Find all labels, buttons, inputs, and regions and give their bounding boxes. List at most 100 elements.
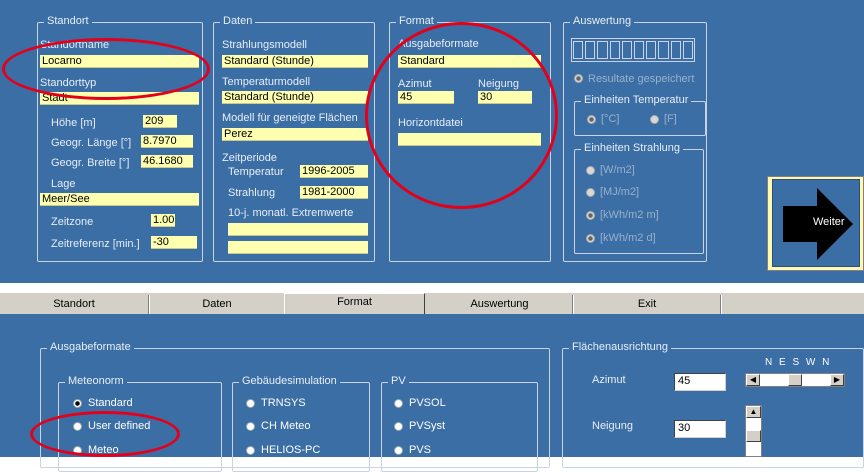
strahlung-unit-mjm2-label: [MJ/m2]	[600, 186, 640, 198]
flaechen-group-title: Flächenausrichtung	[569, 341, 672, 353]
scroll-left-button[interactable]: ◀	[746, 374, 760, 386]
strahlung-unit-wm2-radio[interactable]	[586, 166, 595, 175]
ausgabeformate-field[interactable]: Standard	[398, 55, 541, 68]
gebaeude-helios-label: HELIOS-PC	[261, 444, 321, 456]
strahlung-unit-wm2-label: [W/m2]	[600, 164, 635, 176]
modell-label: Modell für geneigte Flächen	[222, 112, 358, 124]
breite-field[interactable]: 46.1680	[141, 155, 193, 168]
bottom-panel: Ausgabeformate Meteonorm Standard User d…	[0, 314, 864, 472]
lage-field[interactable]: Meer/See	[40, 193, 199, 206]
laenge-field[interactable]: 8.7970	[141, 135, 193, 148]
strahlung-unit-kwhm2d-label: [kWh/m2 d]	[600, 232, 656, 244]
temperatur-label: Temperatur	[228, 166, 284, 178]
pv-pvsyst-label: PVSyst	[409, 420, 446, 432]
meteonorm-standard-label: Standard	[88, 397, 133, 409]
resultate-radio[interactable]	[574, 74, 583, 83]
progress-segment	[634, 41, 645, 59]
tab-auswertung[interactable]: Auswertung	[427, 296, 572, 314]
progress-segment	[682, 41, 694, 59]
progress-segment	[597, 41, 608, 59]
horizontdatei-field[interactable]	[398, 133, 541, 146]
standortname-label: Standortname	[40, 39, 110, 51]
azimut-scrollbar[interactable]: ◀ ▶	[745, 373, 845, 387]
zeitreferenz-field[interactable]: -30	[151, 236, 197, 249]
standorttyp-field[interactable]: Stadt	[40, 92, 199, 105]
strahlung-unit-kwhm2m-radio[interactable]	[586, 211, 595, 220]
pv-pvsol-radio[interactable]	[394, 399, 403, 408]
compass-labels: N E S W N	[765, 357, 832, 368]
temp-unit-f-radio[interactable]	[650, 115, 659, 124]
progress-bar	[571, 38, 695, 62]
pv-group-title: PV	[388, 375, 409, 387]
strahlungsmodell-label: Strahlungsmodell	[222, 39, 307, 51]
progress-segment	[670, 41, 681, 59]
hoehe-field[interactable]: 209	[143, 115, 177, 128]
ausgabeformate-label: Ausgabeformate	[398, 38, 479, 50]
neigung-field[interactable]: 30	[478, 91, 532, 104]
ausgabeformate-group-title: Ausgabeformate	[47, 341, 134, 353]
format-group-title: Format	[396, 15, 437, 27]
progress-segment	[658, 41, 669, 59]
meteonorm-meteo-radio[interactable]	[73, 446, 82, 455]
pv-pvs-radio[interactable]	[394, 446, 403, 455]
strahlung-label: Strahlung	[228, 187, 276, 199]
meteonorm-meteo-label: Meteo	[88, 444, 119, 456]
progress-segment	[585, 41, 596, 59]
extremwerte-label: 10-j. monatl. Extremwerte	[228, 207, 354, 219]
azimut-field[interactable]: 45	[398, 91, 454, 104]
meteonorm-user-defined-radio[interactable]	[73, 422, 82, 431]
strahlung-field[interactable]: 1981-2000	[300, 186, 368, 199]
next-button[interactable]: Weiter	[772, 179, 860, 267]
next-panel: Weiter	[767, 176, 864, 271]
scroll-thumb[interactable]	[746, 430, 761, 442]
neigung-scrollbar[interactable]: ▲	[745, 405, 762, 457]
meteonorm-standard-radio[interactable]	[73, 399, 82, 408]
strahlung-unit-mjm2-radio[interactable]	[586, 188, 595, 197]
scroll-right-button[interactable]: ▶	[830, 374, 844, 386]
extremwerte-field-1[interactable]	[228, 223, 368, 236]
temperaturmodell-label: Temperaturmodell	[222, 76, 311, 88]
tab-standort[interactable]: Standort	[0, 296, 148, 314]
flaechen-azimut-label: Azimut	[592, 374, 626, 386]
standortname-field[interactable]: Locarno	[40, 55, 199, 68]
gebaeude-chmeteo-radio[interactable]	[246, 422, 255, 431]
tab-exit[interactable]: Exit	[574, 296, 720, 314]
scroll-up-button[interactable]: ▲	[746, 406, 761, 418]
resultate-label: Resultate gespeichert	[588, 73, 695, 85]
flaechen-neigung-label: Neigung	[592, 420, 633, 432]
modell-field[interactable]: Perez	[222, 128, 368, 141]
scroll-thumb[interactable]	[788, 374, 802, 386]
tab-format[interactable]: Format	[284, 293, 425, 315]
gebaeude-helios-radio[interactable]	[246, 446, 255, 455]
next-button-label: Weiter	[813, 216, 845, 228]
zeitzone-label: Zeitzone	[51, 216, 94, 228]
zeitperiode-label: Zeitperiode	[222, 152, 278, 164]
temp-unit-f-label: [F]	[664, 113, 677, 125]
pv-pvsyst-radio[interactable]	[394, 422, 403, 431]
tab-daten[interactable]: Daten	[150, 296, 284, 314]
extremwerte-field-2[interactable]	[228, 241, 368, 254]
zeitzone-field[interactable]: 1.00	[151, 214, 175, 227]
meteonorm-group-title: Meteonorm	[65, 375, 127, 387]
progress-segment	[646, 41, 657, 59]
temperatur-field[interactable]: 1996-2005	[300, 165, 368, 178]
flaechen-azimut-input[interactable]: 45	[674, 373, 726, 391]
azimut-label: Azimut	[398, 78, 432, 90]
gebaeude-group-title: Gebäudesimulation	[239, 375, 340, 387]
tab-bar: Standort Daten Format Auswertung Exit	[0, 292, 864, 315]
gebaeude-trnsys-label: TRNSYS	[261, 397, 306, 409]
pv-pvs-label: PVS	[409, 444, 432, 456]
tab-separator	[720, 295, 722, 314]
temp-unit-celsius-radio[interactable]	[587, 115, 596, 124]
zeitreferenz-label: Zeitreferenz [min.]	[51, 238, 140, 250]
flaechen-neigung-input[interactable]: 30	[674, 420, 726, 438]
standort-group-title: Standort	[44, 15, 92, 27]
strahlungsmodell-field[interactable]: Standard (Stunde)	[222, 55, 368, 68]
gebaeude-trnsys-radio[interactable]	[246, 399, 255, 408]
strahlung-unit-kwhm2d-radio[interactable]	[586, 234, 595, 243]
meteonorm-user-defined-label: User defined	[88, 420, 151, 432]
auswertung-group-title: Auswertung	[570, 15, 635, 27]
temperaturmodell-field[interactable]: Standard (Stunde)	[222, 91, 368, 104]
strahlung-unit-kwhm2m-label: [kWh/m2 m]	[600, 209, 659, 221]
progress-segment	[573, 41, 584, 59]
